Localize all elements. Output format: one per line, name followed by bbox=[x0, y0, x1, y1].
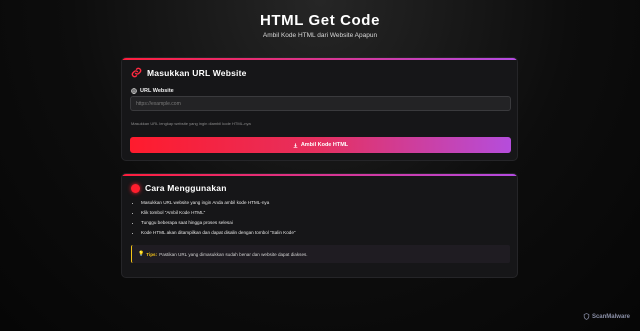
url-field-label: URL Website bbox=[131, 88, 174, 94]
list-item: Masukkan URL website yang ingin Anda amb… bbox=[141, 200, 296, 206]
url-field-label-text: URL Website bbox=[140, 88, 174, 94]
page-subtitle: Ambil Kode HTML dari Website Apapun bbox=[262, 32, 378, 39]
list-item: Klik tombol "Ambil Kode HTML" bbox=[141, 210, 296, 216]
tip-text: Pastikan URL yang dimasukkan sudah benar… bbox=[159, 251, 308, 257]
steps-list: Masukkan URL website yang ingin Anda amb… bbox=[134, 200, 296, 240]
card-accent-line bbox=[122, 174, 517, 176]
guide-card-title: Cara Menggunakan bbox=[145, 183, 227, 193]
download-icon bbox=[293, 142, 298, 148]
red-dot-icon bbox=[131, 183, 140, 193]
list-item: Kode HTML akan ditampilkan dan dapat dis… bbox=[141, 230, 296, 236]
tip-label: Tips: bbox=[146, 251, 158, 257]
url-hint-text: Masukkan URL lengkap website yang ingin … bbox=[131, 121, 251, 126]
tip-box: 💡 Tips: Pastikan URL yang dimasukkan sud… bbox=[131, 245, 510, 263]
url-input[interactable] bbox=[130, 96, 511, 111]
watermark: ScanMalware bbox=[583, 313, 630, 320]
list-item: Tunggu beberapa saat hingga proses seles… bbox=[141, 220, 296, 226]
shield-icon bbox=[583, 313, 590, 320]
get-html-button-label: Ambil Kode HTML bbox=[300, 142, 349, 148]
get-html-button[interactable]: Ambil Kode HTML bbox=[130, 137, 511, 153]
guide-card: Cara Menggunakan Masukkan URL website ya… bbox=[121, 173, 518, 278]
url-card-header: Masukkan URL Website bbox=[131, 67, 247, 78]
guide-card-header: Cara Menggunakan bbox=[131, 183, 227, 193]
globe-icon bbox=[131, 88, 137, 94]
card-accent-line bbox=[122, 58, 517, 60]
link-icon bbox=[131, 67, 142, 78]
watermark-text: ScanMalware bbox=[591, 313, 630, 320]
url-card: Masukkan URL Website URL Website Masukka… bbox=[121, 57, 518, 161]
page-title: HTML Get Code bbox=[259, 12, 381, 29]
url-card-title: Masukkan URL Website bbox=[147, 67, 247, 78]
lightbulb-icon: 💡 bbox=[138, 251, 145, 257]
